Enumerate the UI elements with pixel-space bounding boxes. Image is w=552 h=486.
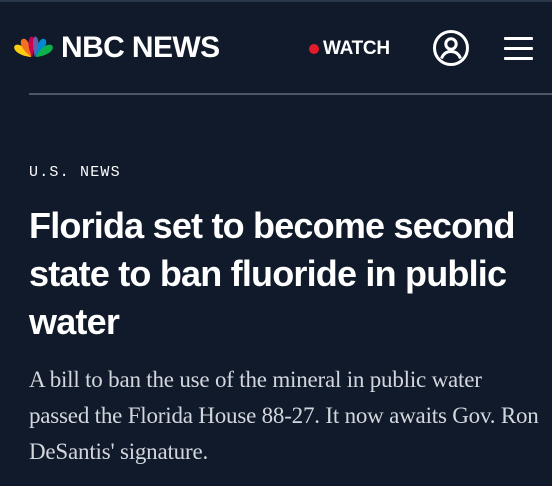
article-dek: A bill to ban the use of the mineral in … <box>29 367 539 464</box>
menu-line <box>504 37 533 40</box>
article-headline: Florida set to become second state to ba… <box>29 205 516 342</box>
watch-live-link[interactable]: WATCH <box>309 37 390 61</box>
menu-line <box>504 57 533 60</box>
account-button[interactable] <box>432 29 470 67</box>
site-header: NBC NEWS WATCH <box>0 2 552 94</box>
home-logo-link[interactable]: NBC NEWS <box>13 32 220 64</box>
section-label-link[interactable]: U.S. NEWS <box>29 164 121 181</box>
user-account-icon <box>433 30 469 66</box>
page: NBC NEWS WATCH U.S. NEWS Florida set to … <box>0 0 552 486</box>
live-dot-icon <box>309 44 319 54</box>
hamburger-menu-icon[interactable] <box>504 36 534 62</box>
watch-label: WATCH <box>323 38 390 59</box>
menu-line <box>504 47 533 50</box>
header-divider <box>29 93 552 95</box>
nbc-peacock-icon <box>14 36 53 57</box>
brand-wordmark: NBC NEWS <box>61 31 220 64</box>
